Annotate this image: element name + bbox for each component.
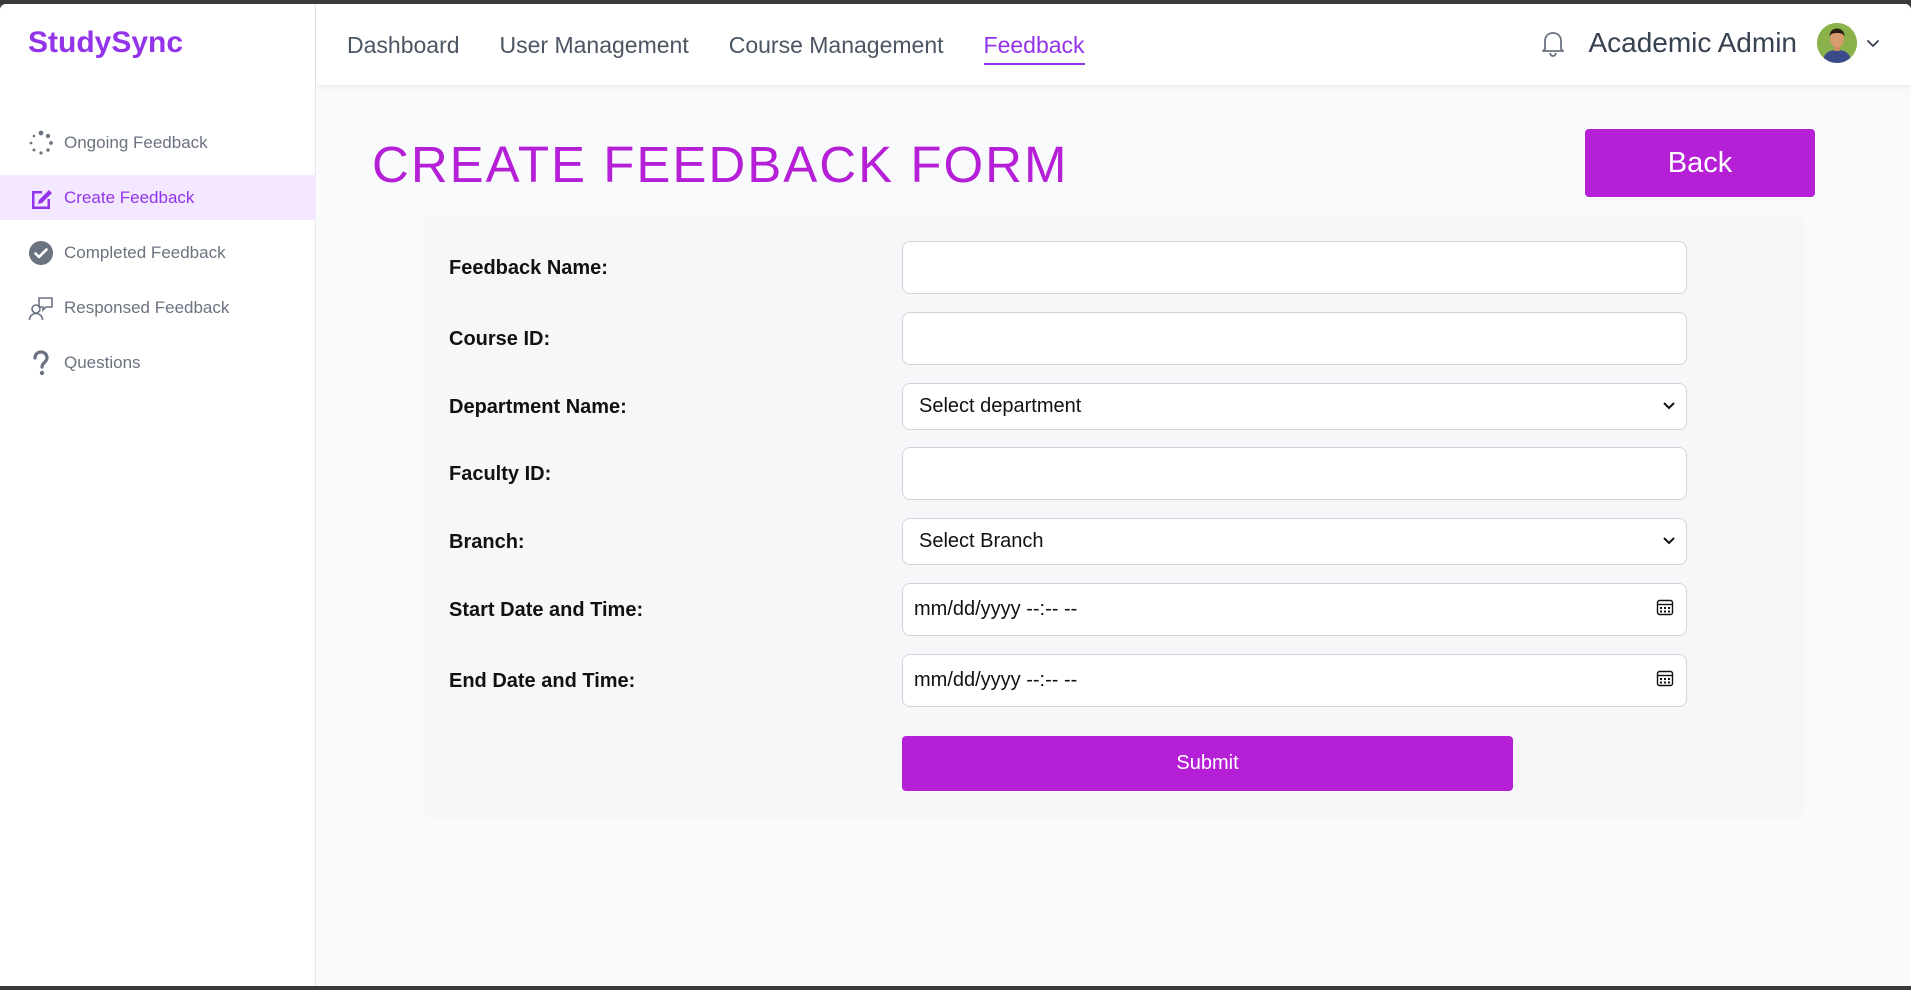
spinner-icon [28, 130, 54, 156]
end-datetime-label: End Date and Time: [449, 670, 636, 692]
sidebar-item-ongoing-feedback[interactable]: Ongoing Feedback [0, 120, 316, 165]
sidebar-item-label: Responsed Feedback [64, 297, 230, 317]
form-row-department: Department Name: Select department [425, 383, 1805, 430]
sidebar-nav: Ongoing Feedback Create Feedback Complet… [0, 120, 316, 395]
start-datetime-label: Start Date and Time: [449, 599, 644, 621]
avatar[interactable] [1817, 23, 1857, 63]
end-datetime-placeholder: mm/dd/yyyy --:-- -- [914, 669, 1078, 691]
department-name-label: Department Name: [449, 396, 627, 418]
branch-label: Branch: [449, 531, 525, 553]
calendar-icon[interactable] [1656, 669, 1674, 693]
branch-select[interactable]: Select Branch [902, 518, 1687, 565]
calendar-icon[interactable] [1656, 598, 1674, 622]
sidebar-item-label: Create Feedback [64, 187, 195, 207]
edit-icon [28, 185, 54, 211]
start-datetime-placeholder: mm/dd/yyyy --:-- -- [914, 598, 1078, 620]
back-button[interactable]: Back [1585, 129, 1815, 197]
top-nav: Dashboard User Management Course Managem… [347, 32, 1125, 65]
brand-logo[interactable]: StudySync [28, 26, 183, 60]
nav-user-management[interactable]: User Management [500, 32, 689, 65]
start-datetime-input[interactable]: mm/dd/yyyy --:-- -- [902, 583, 1687, 636]
page-title: CREATE FEEDBACK FORM [372, 136, 1069, 193]
sidebar-item-completed-feedback[interactable]: Completed Feedback [0, 230, 316, 275]
end-datetime-input[interactable]: mm/dd/yyyy --:-- -- [902, 654, 1687, 707]
chevron-down-icon [1662, 530, 1676, 553]
nav-feedback[interactable]: Feedback [983, 32, 1085, 65]
user-menu: Academic Admin [1538, 23, 1881, 63]
department-selected-value: Select department [919, 395, 1082, 417]
sidebar-item-create-feedback[interactable]: Create Feedback [0, 175, 316, 220]
form-row-feedback-name: Feedback Name: [425, 241, 1805, 294]
department-select[interactable]: Select department [902, 383, 1687, 430]
user-name[interactable]: Academic Admin [1588, 27, 1797, 59]
sidebar-item-label: Completed Feedback [64, 242, 226, 262]
top-navbar: Dashboard User Management Course Managem… [316, 4, 1911, 85]
form-row-branch: Branch: Select Branch [425, 518, 1805, 565]
chevron-down-icon [1662, 395, 1676, 418]
form-row-start-datetime: Start Date and Time: mm/dd/yyyy --:-- -- [425, 583, 1805, 636]
feedback-form: Feedback Name: Course ID: Department Nam… [425, 217, 1805, 818]
sidebar: StudySync Ongoing Feedback Create Feedba… [0, 4, 316, 986]
app-window: StudySync Ongoing Feedback Create Feedba… [0, 4, 1911, 986]
course-id-input[interactable] [902, 312, 1687, 365]
nav-course-management[interactable]: Course Management [729, 32, 944, 65]
chevron-down-icon[interactable] [1865, 35, 1881, 51]
course-id-label: Course ID: [449, 328, 551, 350]
feedback-name-label: Feedback Name: [449, 257, 608, 279]
submit-button[interactable]: Submit [902, 736, 1513, 791]
branch-selected-value: Select Branch [919, 530, 1044, 552]
nav-dashboard[interactable]: Dashboard [347, 32, 460, 65]
faculty-id-label: Faculty ID: [449, 463, 552, 485]
form-row-faculty-id: Faculty ID: [425, 447, 1805, 500]
sidebar-item-responsed-feedback[interactable]: Responsed Feedback [0, 285, 316, 330]
question-icon [28, 349, 54, 376]
bell-icon[interactable] [1538, 28, 1568, 58]
feedback-name-input[interactable] [902, 241, 1687, 294]
form-row-course-id: Course ID: [425, 312, 1805, 365]
faculty-id-input[interactable] [902, 447, 1687, 500]
check-circle-icon [28, 240, 54, 266]
sidebar-item-questions[interactable]: Questions [0, 340, 316, 385]
form-row-end-datetime: End Date and Time: mm/dd/yyyy --:-- -- [425, 654, 1805, 707]
user-chat-icon [28, 295, 54, 321]
sidebar-item-label: Ongoing Feedback [64, 132, 208, 152]
sidebar-item-label: Questions [64, 352, 141, 372]
